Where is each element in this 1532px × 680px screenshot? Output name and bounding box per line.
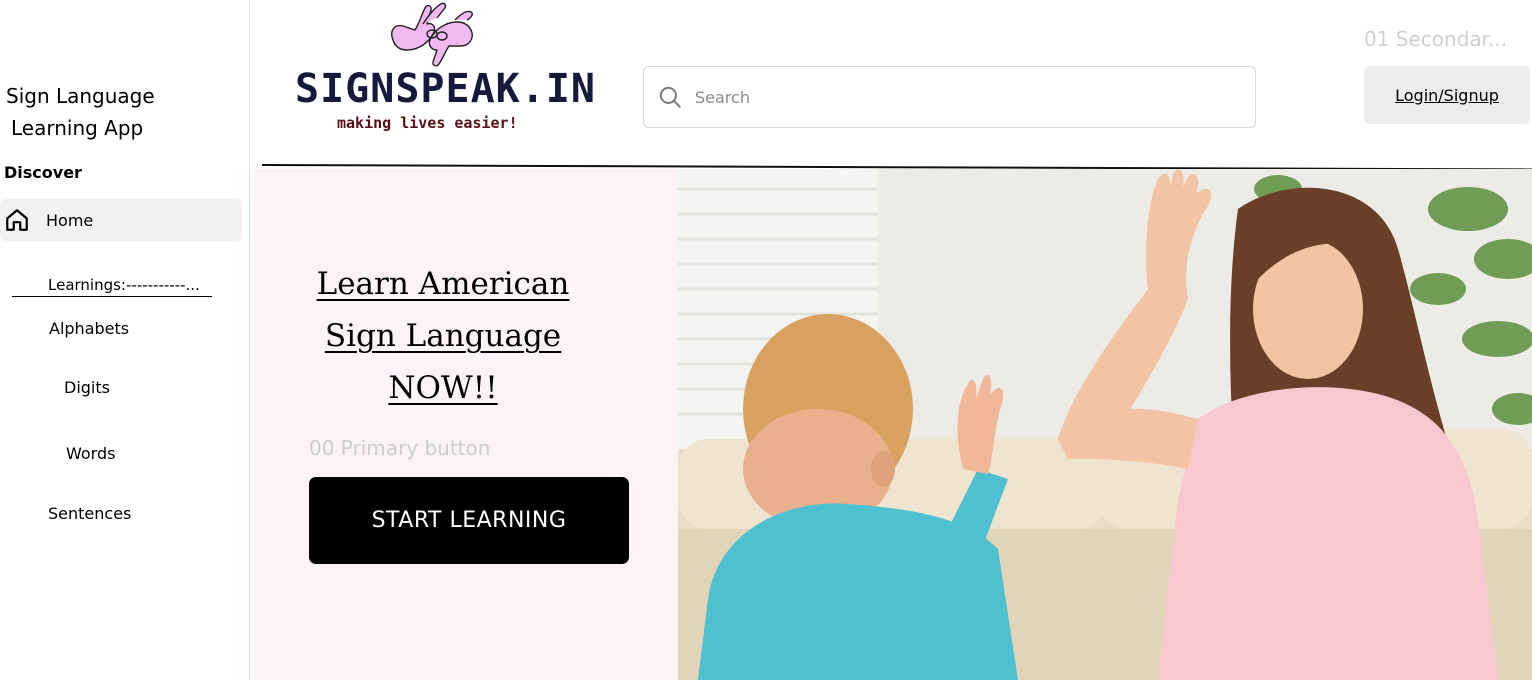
search-bar[interactable]: Search xyxy=(643,66,1256,128)
learnings-heading: Learnings:-----------... xyxy=(48,276,200,294)
app-title: Sign Language Learning App xyxy=(6,80,155,144)
hero-title-line2: Sign Language xyxy=(324,318,562,354)
search-input[interactable]: Search xyxy=(695,88,750,107)
search-icon xyxy=(657,84,683,110)
sidebar-item-home[interactable]: Home xyxy=(0,199,242,241)
sidebar-item-alphabets[interactable]: Alphabets xyxy=(49,319,129,338)
home-icon xyxy=(3,206,31,234)
sidebar-item-sentences[interactable]: Sentences xyxy=(48,504,131,523)
signing-hands-logo xyxy=(385,0,480,68)
hero-photo xyxy=(678,169,1532,680)
app-title-line1: Sign Language xyxy=(6,84,155,108)
hero-panel xyxy=(254,169,678,680)
brand-tagline: making lives easier! xyxy=(337,114,518,132)
login-signup-button[interactable]: Login/Signup xyxy=(1364,66,1530,124)
app-title-line2: Learning App xyxy=(11,116,144,140)
secondary-button-tag: 01 Secondar... xyxy=(1364,27,1508,51)
primary-button-tag: 00 Primary button xyxy=(309,436,491,460)
sidebar-item-digits[interactable]: Digits xyxy=(64,378,110,397)
sidebar-item-words[interactable]: Words xyxy=(66,444,115,463)
discover-heading: Discover xyxy=(4,163,82,182)
learnings-underline xyxy=(12,296,212,297)
hero-title-line3: NOW!! xyxy=(388,370,498,406)
sidebar-item-home-label: Home xyxy=(46,210,94,230)
hero-title: Learn American Sign Language NOW!! xyxy=(254,258,632,414)
hero-title-line1: Learn American xyxy=(316,266,570,302)
sidebar: Sign Language Learning App Discover Home… xyxy=(0,0,250,680)
start-learning-button[interactable]: START LEARNING xyxy=(309,477,629,564)
brand-name[interactable]: SIGNSPEAK.IN xyxy=(295,66,596,112)
